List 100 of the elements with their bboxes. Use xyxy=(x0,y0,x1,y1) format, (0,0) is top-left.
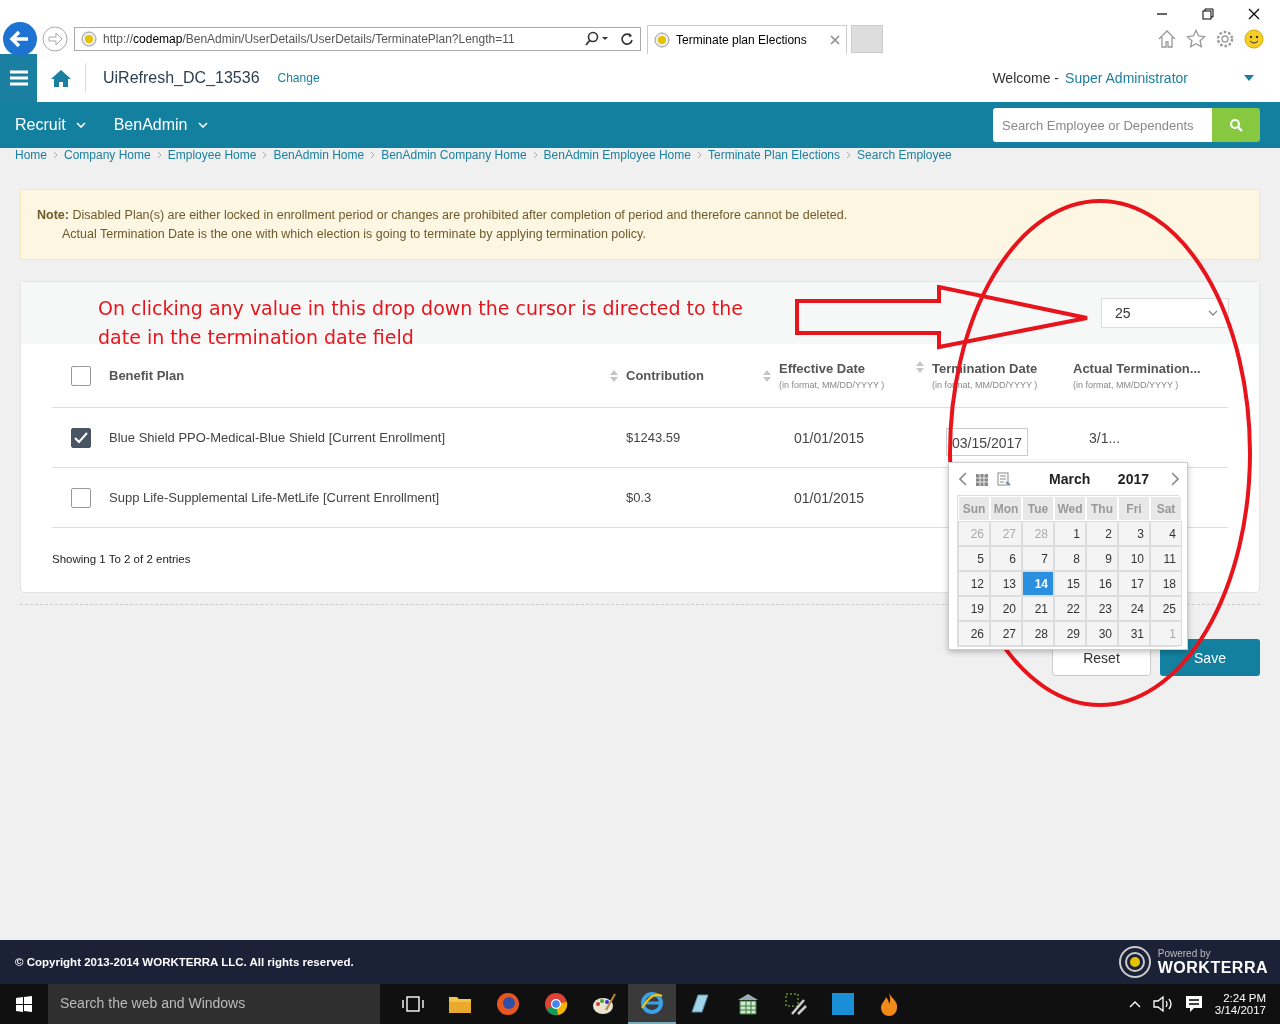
breadcrumb-link[interactable]: BenAdmin Employee Home xyxy=(543,148,691,162)
notepad-icon[interactable] xyxy=(688,992,712,1016)
calendar-day[interactable]: 31 xyxy=(1118,621,1150,646)
calendar-day[interactable]: 30 xyxy=(1086,621,1118,646)
calendar-day[interactable]: 2 xyxy=(1086,521,1118,546)
entries-info: Showing 1 To 2 of 2 entries xyxy=(52,553,191,565)
smiley-icon[interactable] xyxy=(1244,29,1264,49)
home-icon[interactable] xyxy=(1157,29,1177,49)
change-link[interactable]: Change xyxy=(277,71,320,85)
format-hint: (in format, MM/DD/YYYY ) xyxy=(779,380,885,390)
caret-icon[interactable] xyxy=(1244,75,1254,81)
palette-icon[interactable] xyxy=(592,992,616,1016)
settings-icon[interactable] xyxy=(1215,29,1235,49)
calendar-day[interactable]: 19 xyxy=(958,596,990,621)
browser-tab[interactable]: Terminate plan Elections xyxy=(647,24,847,54)
search-field[interactable]: Search the web and Windows xyxy=(48,984,380,1024)
calendar-day[interactable]: 12 xyxy=(958,571,990,596)
column-header: Contribution xyxy=(626,368,704,383)
table-cell: 01/01/2015 xyxy=(794,489,865,506)
folder-icon[interactable] xyxy=(448,994,472,1014)
calendar-day[interactable]: 5 xyxy=(958,546,990,571)
calendar-day[interactable]: 8 xyxy=(1054,546,1086,571)
weekday-label: Thu xyxy=(1086,496,1118,521)
breadcrumb-link[interactable]: Company Home xyxy=(64,148,151,162)
globe-icon xyxy=(640,991,664,1015)
calendar-day[interactable]: 13 xyxy=(990,571,1022,596)
breadcrumb-link[interactable]: Employee Home xyxy=(167,148,257,162)
brand-name: WORKTERRA xyxy=(1157,958,1268,977)
menu-button[interactable] xyxy=(0,54,37,102)
back-icon[interactable] xyxy=(2,21,38,57)
calendar-day[interactable]: 16 xyxy=(1086,571,1118,596)
taskbar-app[interactable] xyxy=(628,984,676,1024)
browser-icon[interactable] xyxy=(544,992,568,1016)
calendar-day[interactable]: 17 xyxy=(1118,571,1150,596)
home-icon[interactable] xyxy=(51,69,71,87)
refresh-icon[interactable] xyxy=(620,32,634,46)
calendar-icon[interactable] xyxy=(975,472,989,486)
year-label[interactable]: 2017 xyxy=(1117,471,1149,487)
windows-icon xyxy=(16,996,32,1012)
close-icon[interactable] xyxy=(1248,8,1260,20)
note-text: Note: Disabled Plan(s) are either locked in enrollment period or changes are prohibited after completion of period and therefore cannot be deleted. xyxy=(37,207,849,224)
calendar-day[interactable]: 27 xyxy=(990,621,1022,646)
calendar-day[interactable]: 29 xyxy=(1054,621,1086,646)
clock-date: 3/14/2017 xyxy=(1214,1004,1266,1016)
breadcrumb-link[interactable]: BenAdmin Home xyxy=(273,148,365,162)
checkbox[interactable] xyxy=(70,487,91,508)
calendar-day[interactable]: 23 xyxy=(1086,596,1118,621)
breadcrumb-link[interactable]: Terminate Plan Elections xyxy=(707,148,841,162)
calendar-day[interactable]: 10 xyxy=(1118,546,1150,571)
chevron-icon xyxy=(53,151,58,159)
breadcrumb-link[interactable]: BenAdmin Company Home xyxy=(381,148,527,162)
restore-icon[interactable] xyxy=(1202,8,1214,20)
weekday-label: Fri xyxy=(1118,496,1150,521)
calendar-day[interactable]: 4 xyxy=(1150,521,1182,546)
checkbox[interactable] xyxy=(70,427,91,448)
spreadsheet-icon[interactable] xyxy=(736,992,760,1016)
calendar-day[interactable]: 26 xyxy=(958,621,990,646)
date-field[interactable]: 03/15/2017 xyxy=(946,427,1029,456)
logo-icon xyxy=(1117,945,1152,979)
annotation-text: On clicking any value in this drop down the cursor is directed to the date in the termination date field xyxy=(98,296,744,350)
welcome-label: Welcome - xyxy=(992,70,1060,86)
address-bar[interactable]: http://codemap/BenAdmin/UserDetails/UserDetails/TerminatePlan?Length=11 xyxy=(74,27,641,51)
star-icon[interactable] xyxy=(1186,29,1206,49)
checkbox[interactable] xyxy=(70,365,91,386)
calendar-day[interactable]: 22 xyxy=(1054,596,1086,621)
calendar-day[interactable]: 7 xyxy=(1022,546,1054,571)
calendar-day[interactable]: 11 xyxy=(1150,546,1182,571)
page-size-dropdown[interactable]: 25 xyxy=(1101,298,1229,328)
month-label[interactable]: March xyxy=(1049,471,1110,487)
calendar-day[interactable]: 24 xyxy=(1118,596,1150,621)
breadcrumb-link[interactable]: Home xyxy=(15,148,47,162)
search-field[interactable]: Search Employee or Dependents xyxy=(993,108,1212,142)
calendar-day[interactable]: 25 xyxy=(1150,596,1182,621)
weekday-label: Sun xyxy=(958,496,990,521)
format-hint: (in format, MM/DD/YYYY ) xyxy=(1073,380,1180,390)
flame-icon[interactable] xyxy=(878,992,900,1016)
calendar-day[interactable]: 1 xyxy=(1054,521,1086,546)
client-name: UiRefresh_DC_13536 xyxy=(103,69,260,87)
calendar-day[interactable]: 3 xyxy=(1118,521,1150,546)
next-icon[interactable] xyxy=(1171,472,1179,486)
calendar-day[interactable]: 9 xyxy=(1086,546,1118,571)
calendar-day[interactable]: 15 xyxy=(1054,571,1086,596)
menu-icon xyxy=(9,70,28,86)
calendar-day[interactable]: 6 xyxy=(990,546,1022,571)
chevron-icon[interactable] xyxy=(1128,1000,1141,1008)
calendar-day[interactable]: 18 xyxy=(1150,571,1182,596)
nav-menu[interactable]: BenAdmin xyxy=(113,116,208,134)
previous-icon[interactable] xyxy=(959,472,967,486)
speaker-icon[interactable] xyxy=(1152,996,1173,1012)
address-text: http://codemap/BenAdmin/UserDetails/UserDetails/TerminatePlan?Length=11 xyxy=(103,32,516,46)
notification-icon[interactable] xyxy=(1184,995,1203,1013)
task-view-icon[interactable] xyxy=(402,996,424,1012)
breadcrumb-link[interactable]: Search Employee xyxy=(857,148,952,162)
tools-icon[interactable] xyxy=(784,992,808,1016)
calendar-day[interactable]: 28 xyxy=(1022,621,1054,646)
calendar-day[interactable]: 20 xyxy=(990,596,1022,621)
calendar-day[interactable]: 21 xyxy=(1022,596,1054,621)
document-icon[interactable] xyxy=(997,472,1011,486)
nav-menu[interactable]: Recruit xyxy=(15,116,86,134)
user-link[interactable]: Super Administrator xyxy=(1065,70,1188,86)
